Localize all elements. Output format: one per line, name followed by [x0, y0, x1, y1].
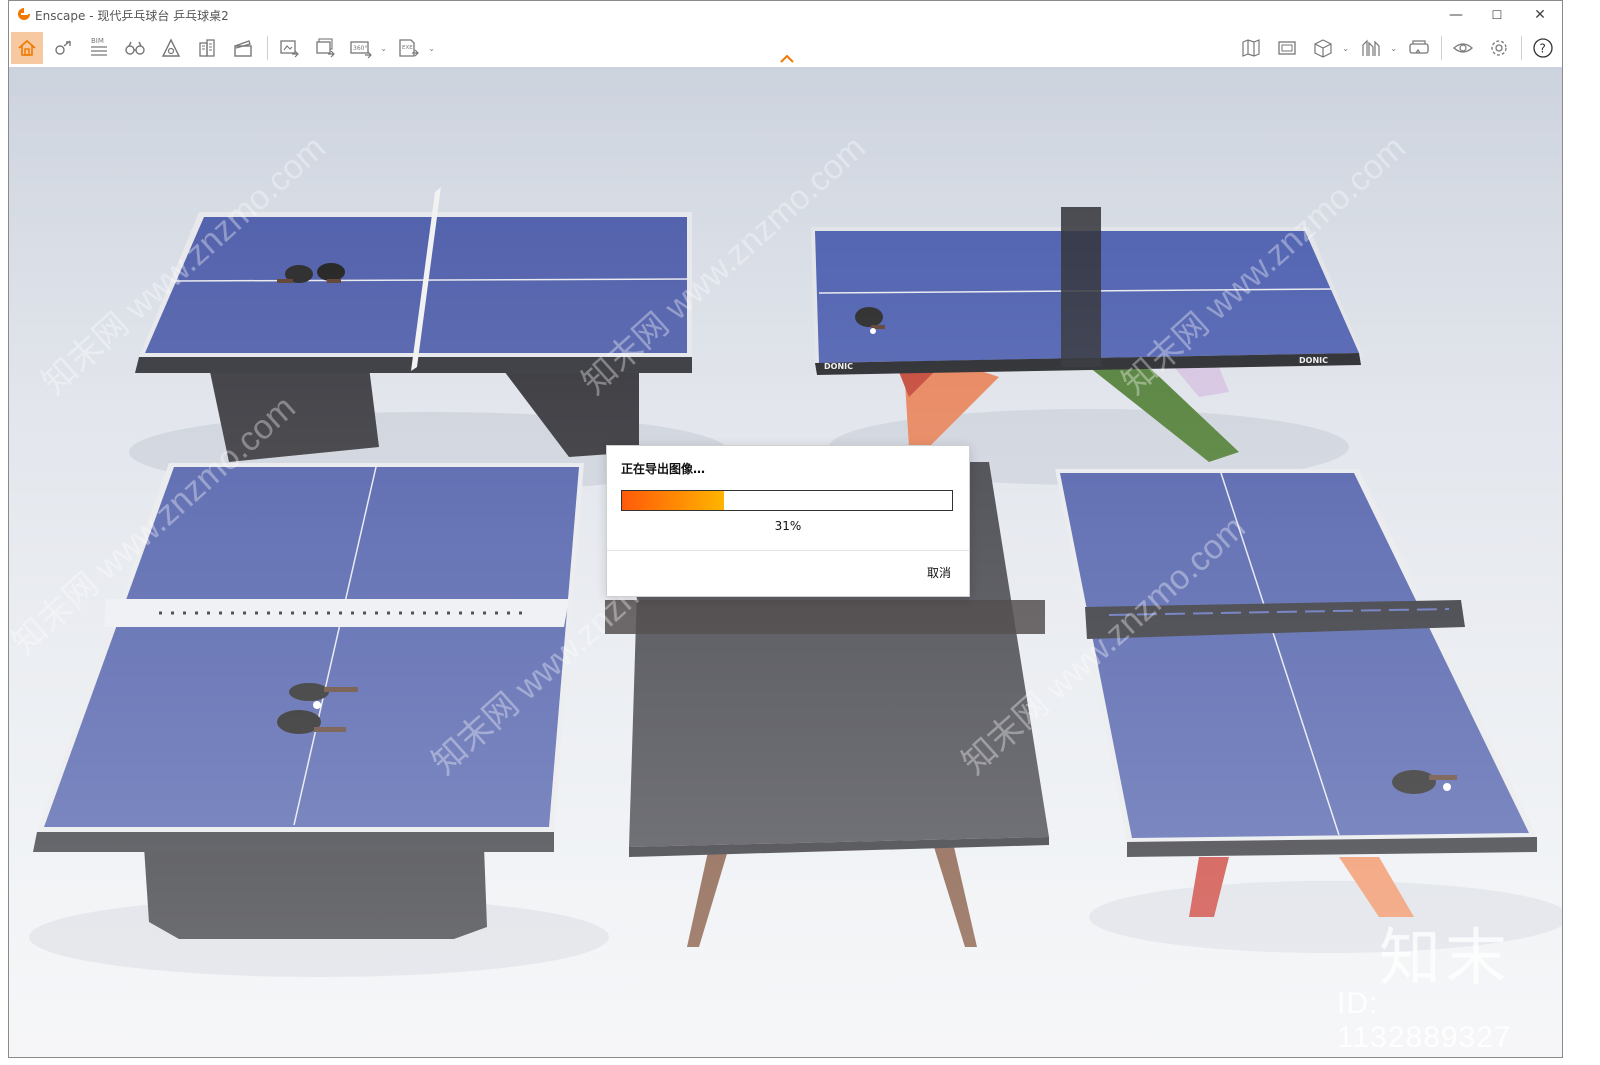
map-button[interactable] [1235, 32, 1267, 64]
screenshot-icon [1278, 41, 1296, 55]
bim-icon: BIM [91, 37, 107, 56]
minimize-button[interactable]: — [1434, 1, 1478, 29]
close-icon: ✕ [1534, 7, 1546, 23]
minimize-icon: — [1449, 7, 1463, 23]
video-editor-button[interactable] [227, 32, 259, 64]
vr-headset-icon [1409, 40, 1429, 54]
window-title: Enscape - 现代乒乓球台 乒乓球桌2 [35, 9, 229, 23]
visual-settings-button[interactable] [47, 32, 79, 64]
panorama-button[interactable]: 360° ⌄ [345, 32, 387, 64]
help-icon: ? [1533, 38, 1553, 58]
render-image-icon [280, 40, 299, 58]
asset-library-icon [161, 38, 181, 57]
batch-render-button[interactable] [309, 32, 341, 64]
svg-text:BIM: BIM [91, 37, 104, 45]
enscape-logo-icon [18, 8, 30, 20]
close-button[interactable]: ✕ [1518, 1, 1562, 29]
cancel-button[interactable]: 取消 [927, 564, 951, 581]
home-button[interactable] [11, 32, 43, 64]
toolbar-separator [1521, 36, 1522, 60]
panorama-icon: 360° [350, 41, 372, 59]
views-icon [1362, 39, 1380, 56]
maximize-button[interactable]: ☐ [1475, 1, 1519, 29]
clapperboard-icon [234, 40, 252, 57]
eye-icon [1453, 43, 1473, 53]
visibility-button[interactable] [1447, 32, 1479, 64]
chevron-down-icon: ⌄ [1390, 44, 1397, 53]
dialog-divider [607, 550, 969, 551]
sun-settings-icon [55, 40, 71, 55]
asset-library-button[interactable] [155, 32, 187, 64]
title-bar: Enscape - 现代乒乓球台 乒乓球桌2 — ☐ ✕ [9, 1, 1562, 29]
toolbar-separator [267, 36, 268, 60]
bim-button[interactable]: BIM [83, 32, 115, 64]
view-box-button[interactable]: ⌄ [1307, 32, 1349, 64]
svg-text:360°: 360° [353, 45, 367, 52]
export-exe-icon: EXE [399, 39, 419, 57]
views-button[interactable]: ⌄ [1355, 32, 1397, 64]
settings-button[interactable] [1483, 32, 1515, 64]
watermark-brand: 知末 [1379, 921, 1512, 994]
vr-headset-button[interactable] [1403, 32, 1435, 64]
chevron-down-icon: ⌄ [1342, 44, 1349, 53]
chevron-down-icon: ⌄ [428, 44, 435, 53]
screenshot-button[interactable] [1271, 32, 1303, 64]
dialog-title: 正在导出图像… [621, 462, 706, 476]
chevron-down-icon: ⌄ [380, 44, 387, 53]
buildings-icon [199, 39, 215, 57]
batch-render-icon [316, 38, 335, 58]
view-box-icon [1314, 39, 1332, 58]
home-icon [18, 39, 36, 56]
map-icon [1242, 39, 1260, 57]
toolbar-separator [1441, 36, 1442, 60]
binoculars-button[interactable] [119, 32, 151, 64]
progress-bar-fill [622, 491, 725, 510]
help-button[interactable]: ? [1527, 32, 1559, 64]
buildings-button[interactable] [191, 32, 223, 64]
maximize-icon: ☐ [1491, 8, 1503, 22]
svg-text:EXE: EXE [402, 45, 413, 51]
collapse-toolbar-icon[interactable] [777, 51, 797, 65]
svg-text:?: ? [1540, 42, 1546, 56]
binoculars-icon [125, 41, 145, 55]
progress-percentage: 31% [774, 519, 802, 533]
progress-bar [621, 490, 953, 511]
watermark-id: ID: 1132889327 [1337, 987, 1512, 1054]
render-image-button[interactable] [273, 32, 305, 64]
enscape-window: Enscape - 现代乒乓球台 乒乓球桌2 — ☐ ✕ BIM 360° ⌄ … [8, 0, 1563, 1058]
export-exe-button[interactable]: EXE ⌄ [393, 32, 435, 64]
gear-icon [1491, 40, 1507, 56]
export-progress-dialog: 正在导出图像… 31% 取消 [606, 445, 970, 597]
render-viewport[interactable]: DONIC DONIC [9, 67, 1562, 1057]
